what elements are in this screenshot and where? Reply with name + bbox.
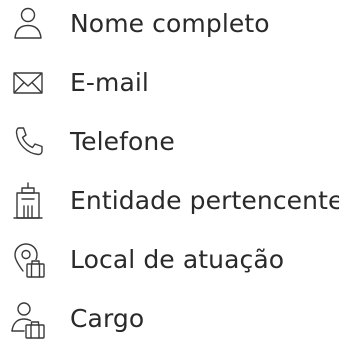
field-entidade-pertencente[interactable]: Entidade pertencente [0,177,339,225]
user-briefcase-icon [10,299,46,339]
field-label: Cargo [70,304,145,333]
field-telefone[interactable]: Telefone [0,118,339,166]
phone-icon [10,122,46,162]
field-label: E-mail [70,68,149,97]
field-label: Telefone [70,127,175,156]
field-email[interactable]: E-mail [0,59,339,107]
field-label: Nome completo [70,9,270,38]
user-icon [10,4,46,44]
field-label: Entidade pertencente [70,186,339,215]
field-label: Local de atuação [70,245,285,274]
building-icon [10,181,46,221]
field-nome-completo[interactable]: Nome completo [0,0,339,48]
envelope-icon [10,63,46,103]
field-local-de-atuacao[interactable]: Local de atuação [0,236,339,284]
field-list: Nome completo E-mail Telefone Entidade p… [0,0,339,340]
field-cargo[interactable]: Cargo [0,295,339,343]
location-briefcase-icon [10,240,46,280]
